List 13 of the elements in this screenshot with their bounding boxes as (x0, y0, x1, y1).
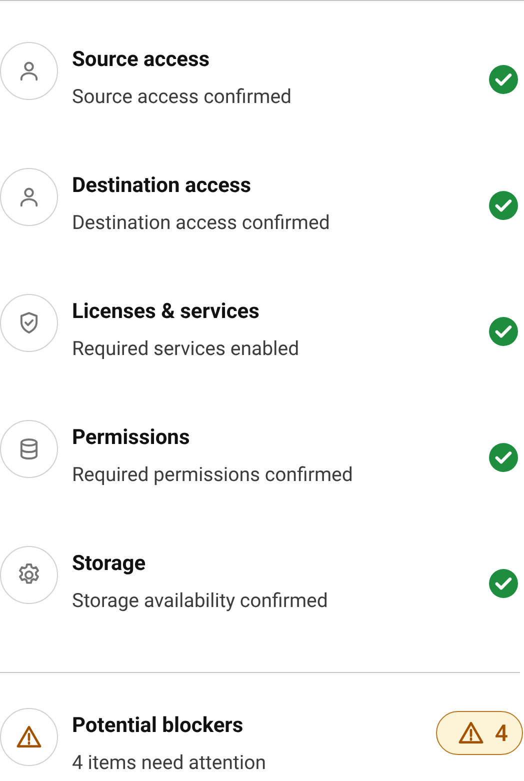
check-title: Licenses & services (72, 299, 260, 326)
blockers-title: Potential blockers (72, 713, 244, 740)
check-status-text: Required services enabled (72, 336, 300, 362)
check-title: Storage (72, 551, 147, 578)
check-status-text: Source access confirmed (72, 84, 293, 110)
blocker-count-badge[interactable]: 4 (436, 711, 523, 755)
check-status-text: Storage availability confirmed (72, 588, 329, 614)
check-title: Permissions (72, 425, 191, 452)
blockers-status-text: 4 items need attention (72, 750, 268, 776)
check-status-text: Required permissions confirmed (72, 462, 354, 488)
check-title: Source access (72, 47, 211, 74)
check-status-text: Destination access confirmed (72, 210, 331, 236)
check-title: Destination access (72, 173, 252, 200)
